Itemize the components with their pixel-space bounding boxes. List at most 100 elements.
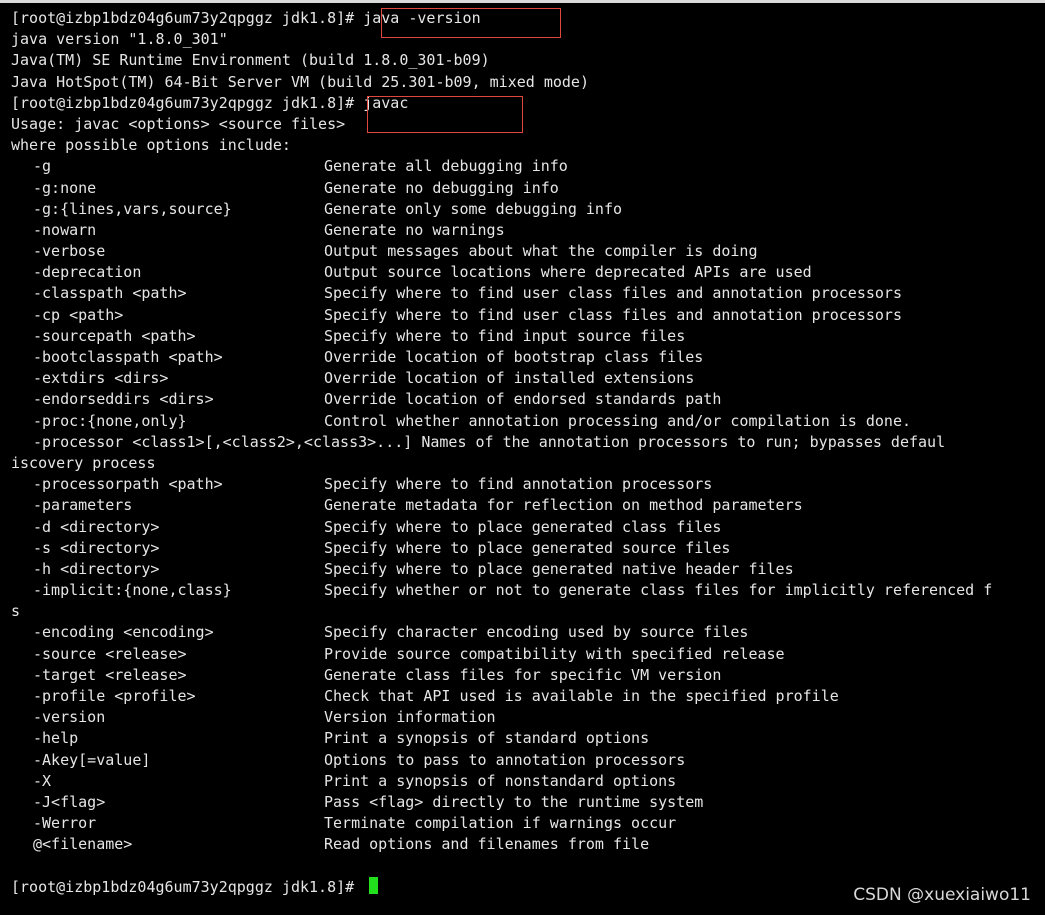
option-description: Specify whether or not to generate class…: [324, 581, 993, 600]
option-description: Print a synopsis of standard options: [324, 729, 650, 748]
option-description: Pass <flag> directly to the runtime syst…: [324, 792, 704, 811]
option-description: Options to pass to annotation processors: [324, 750, 686, 769]
terminal-cursor: [369, 876, 379, 894]
option-description: Generate metadata for reflection on meth…: [324, 496, 803, 515]
option-description: Generate all debugging info: [324, 157, 568, 176]
option-flag: -g:{lines,vars,source}: [33, 199, 232, 218]
option-description: Override location of bootstrap class fil…: [324, 348, 704, 366]
option-row: -X Print a synopsis of nonstandard option…: [11, 771, 1045, 792]
option-row: -endorseddirs <dirs> Override location of…: [11, 389, 1045, 410]
option-description: Specify where to find user class files a…: [324, 284, 902, 303]
option-flag: -parameters: [33, 496, 133, 515]
option-flag: -d <directory>: [33, 517, 160, 536]
option-text: -processor <class1>[,<class2>,<class3>..…: [33, 432, 946, 451]
prompt-line: [root@izbp1bdz04g6um73y2qpggz jdk1.8]# j…: [11, 93, 1045, 114]
wrapped-line: iscovery process: [11, 453, 156, 472]
option-flag: -deprecation: [33, 263, 142, 282]
option-description: Version information: [324, 708, 496, 727]
option-flag: -cp <path>: [33, 305, 124, 324]
terminal-output[interactable]: [root@izbp1bdz04g6um73y2qpggz jdk1.8]# j…: [0, 0, 1045, 915]
option-description: Provide source compatibility with specif…: [324, 644, 785, 663]
option-flag: -processorpath <path>: [33, 475, 223, 494]
option-row: -g:{lines,vars,source} Generate only some…: [11, 199, 1045, 220]
option-description: Specify where to find input source files: [324, 326, 686, 345]
option-flag: -bootclasspath <path>: [33, 348, 223, 366]
option-row: -h <directory> Specify where to place gen…: [11, 559, 1045, 580]
option-flag: -proc:{none,only}: [33, 411, 187, 430]
option-description: Generate only some debugging info: [324, 199, 623, 218]
prompt: [root@izbp1bdz04g6um73y2qpggz jdk1.8]#: [11, 93, 364, 112]
option-row: @<filename> Read options and filenames fr…: [11, 834, 1045, 855]
option-flag: -g:none: [33, 178, 97, 197]
wrapped-line: s: [11, 602, 21, 621]
option-flag: -Werror: [33, 814, 97, 833]
option-row: -g Generate all debugging info: [11, 156, 1045, 177]
option-description: Override location of installed extension…: [324, 369, 695, 388]
option-flag: -Akey[=value]: [33, 750, 151, 769]
option-row: -encoding <encoding> Specify character en…: [11, 622, 1045, 643]
prompt: [root@izbp1bdz04g6um73y2qpggz jdk1.8]#: [11, 9, 364, 27]
watermark: CSDN @xuexiaiwo11: [853, 885, 1031, 905]
option-row: -verbose Output messages about what the c…: [11, 241, 1045, 262]
option-flag: -classpath <path>: [33, 284, 187, 303]
option-description: Specify where to place generated source …: [324, 538, 731, 557]
option-flag: -source <release>: [33, 644, 187, 663]
option-row: -version Version information: [11, 707, 1045, 728]
option-row: -processorpath <path> Specify where to fi…: [11, 474, 1045, 495]
option-row: -proc:{none,only} Control whether annotat…: [11, 411, 1045, 432]
option-row: -Werror Terminate compilation if warnings…: [11, 813, 1045, 834]
option-description: Generate class files for specific VM ver…: [324, 665, 722, 684]
highlight-box-javac: [367, 96, 523, 133]
option-row: -d <directory> Specify where to place gen…: [11, 517, 1045, 538]
option-flag: -endorseddirs <dirs>: [33, 390, 214, 409]
option-row: -parameters Generate metadata for reflect…: [11, 495, 1045, 516]
option-description: Read options and filenames from file: [324, 835, 650, 854]
option-row: -J<flag> Pass <flag> directly to the runt…: [11, 792, 1045, 813]
highlight-box-java-version: [381, 8, 561, 38]
options-list: -g Generate all debugging info -g:none Gene…: [11, 156, 1045, 855]
option-row: -implicit:{none,class} Specify whether or…: [11, 580, 1045, 601]
option-description: Generate no debugging info: [324, 178, 559, 197]
option-flag: -version: [33, 708, 106, 727]
option-description: Override location of endorsed standards …: [324, 390, 722, 409]
option-flag: -verbose: [33, 242, 106, 261]
option-description: Output source locations where deprecated…: [324, 263, 812, 282]
option-row: -profile <profile> Check that API used is…: [11, 686, 1045, 707]
option-row: -nowarn Generate no warnings: [11, 220, 1045, 241]
option-description: Specify character encoding used by sourc…: [324, 623, 749, 642]
prompt: [root@izbp1bdz04g6um73y2qpggz jdk1.8]#: [11, 877, 364, 896]
option-flag: -g: [33, 157, 52, 176]
option-flag: -target <release>: [33, 665, 187, 684]
option-row: -target <release> Generate class files fo…: [11, 665, 1045, 686]
option-row: -g:none Generate no debugging info: [11, 178, 1045, 199]
option-flag: -implicit:{none,class}: [33, 581, 232, 600]
option-description: Control whether annotation processing an…: [324, 411, 911, 430]
option-description: Check that API used is available in the …: [324, 687, 839, 705]
option-flag: -help: [33, 729, 79, 748]
option-flag: -extdirs <dirs>: [33, 369, 169, 388]
option-row: -bootclasspath <path> Override location o…: [11, 347, 1045, 368]
option-row: -processor <class1>[,<class2>,<class3>..…: [11, 432, 1045, 453]
option-row: -s <directory> Specify where to place gen…: [11, 538, 1045, 559]
option-flag: @<filename>: [33, 835, 133, 854]
output-line: Java HotSpot(TM) 64-Bit Server VM (build…: [11, 72, 589, 91]
option-flag: -J<flag>: [33, 792, 106, 811]
option-row: -extdirs <dirs> Override location of inst…: [11, 368, 1045, 389]
option-flag: -X: [33, 771, 52, 790]
option-flag: -profile <profile>: [33, 687, 196, 705]
option-flag: -nowarn: [33, 220, 97, 239]
option-row: -classpath <path> Specify where to find u…: [11, 283, 1045, 304]
option-flag: -sourcepath <path>: [33, 326, 196, 345]
option-row: -source <release> Provide source compatib…: [11, 644, 1045, 665]
option-row: -help Print a synopsis of standard option…: [11, 728, 1045, 749]
option-row: -sourcepath <path> Specify where to find …: [11, 326, 1045, 347]
option-row: -cp <path> Specify where to find user cla…: [11, 305, 1045, 326]
output-line: Java(TM) SE Runtime Environment (build 1…: [11, 51, 490, 70]
output-line: where possible options include:: [11, 136, 291, 155]
option-description: Specify where to find annotation process…: [324, 475, 713, 494]
option-description: Print a synopsis of nonstandard options: [324, 771, 677, 790]
output-line: Usage: javac <options> <source files>: [11, 114, 346, 133]
option-flag: -h <directory>: [33, 559, 160, 578]
option-flag: -encoding <encoding>: [33, 623, 214, 642]
